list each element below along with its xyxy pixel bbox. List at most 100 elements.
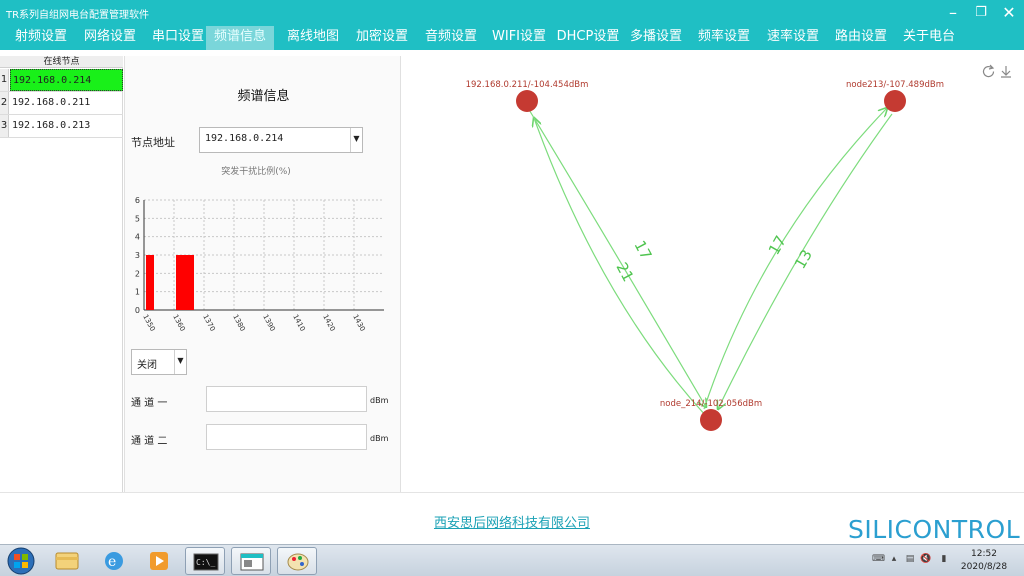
tab-spectrum-info[interactable]: 频谱信息 — [206, 26, 274, 50]
minimize-button[interactable]: – — [940, 2, 966, 24]
app-title: TR系列自组网电台配置管理软件 — [6, 10, 150, 21]
chevron-down-icon[interactable]: ▼ — [174, 350, 186, 374]
spectrum-panel: 频谱信息 节点地址 192.168.0.214 ▼ 突发干扰比例(%) 0 1 2 3… — [124, 56, 401, 492]
volume-muted-icon[interactable]: 🔇 — [920, 554, 932, 566]
node-ip[interactable]: 192.168.0.214 — [10, 69, 123, 91]
footer-divider — [0, 492, 1024, 493]
start-button[interactable] — [3, 546, 39, 576]
tab-offline-map[interactable]: 离线地图 — [280, 26, 346, 50]
y-tick-label: 0 — [135, 306, 140, 315]
x-tick-label: 1380 — [231, 313, 246, 332]
config-app-taskbar-icon[interactable] — [231, 547, 271, 575]
tab-rf-settings[interactable]: 射频设置 — [8, 26, 74, 50]
switch-dropdown[interactable]: 关闭 ▼ — [131, 349, 187, 375]
x-tick-label: 1370 — [201, 313, 216, 332]
node-row[interactable]: 1 192.168.0.214 — [0, 69, 123, 92]
link-label: 17 — [630, 237, 655, 262]
channel-2-field[interactable] — [206, 424, 367, 450]
channel-1-label: 通 道 一 — [131, 398, 168, 409]
svg-text:C:\_: C:\_ — [196, 558, 215, 567]
node-ip[interactable]: 192.168.0.213 — [10, 115, 123, 137]
chart-bars — [146, 255, 194, 310]
x-tick-label: 1360 — [171, 313, 186, 332]
tray-expand-icon[interactable]: ▴ — [888, 554, 900, 566]
tab-route-settings[interactable]: 路由设置 — [828, 26, 894, 50]
y-tick-label: 3 — [135, 251, 140, 260]
topology-node-213[interactable] — [884, 90, 906, 112]
link-211-to-214 — [527, 107, 706, 407]
node-address-dropdown[interactable]: 192.168.0.214 ▼ — [199, 127, 363, 153]
channel-1-field[interactable] — [206, 386, 367, 412]
online-nodes-header: 在线节点 — [0, 56, 123, 68]
y-tick-label: 4 — [135, 233, 140, 242]
keyboard-icon[interactable]: ⌨ — [872, 554, 885, 566]
row-index: 1 — [0, 69, 9, 91]
online-nodes-panel: 在线节点 1 192.168.0.214 2 192.168.0.211 3 1… — [0, 56, 123, 492]
chart-title: 突发干扰比例(%) — [221, 167, 291, 177]
clock-date: 2020/8/28 — [960, 562, 1008, 572]
tab-serial-settings[interactable]: 串口设置 — [145, 26, 211, 50]
tab-frequency-settings[interactable]: 频率设置 — [691, 26, 757, 50]
y-tick-label: 5 — [135, 214, 140, 223]
battery-icon[interactable]: ▮ — [938, 554, 950, 566]
channel-2-unit: dBm — [370, 434, 389, 443]
link-label: 21 — [612, 259, 637, 284]
channel-1-unit: dBm — [370, 396, 389, 405]
y-tick-labels: 0 1 2 3 4 5 6 — [135, 196, 140, 315]
refresh-icon[interactable] — [982, 64, 995, 78]
node-ip[interactable]: 192.168.0.211 — [10, 92, 123, 114]
clock-time: 12:52 — [971, 549, 997, 559]
topology-node-214[interactable] — [700, 409, 722, 431]
spectrum-chart: 0 1 2 3 4 5 6 1350 1360 1370 1380 1390 1410 1420 1430 — [135, 196, 384, 333]
menu-bar: 射频设置 网络设置 串口设置 频谱信息 离线地图 加密设置 音频设置 WIFI设… — [0, 26, 1024, 50]
node-address-value: 192.168.0.214 — [205, 133, 284, 144]
network-icon[interactable]: ▤ — [904, 554, 916, 566]
node-row[interactable]: 3 192.168.0.213 — [0, 115, 123, 138]
x-tick-labels: 1350 1360 1370 1380 1390 1410 1420 1430 — [141, 313, 366, 332]
svg-text:SILICONTROL: SILICONTROL — [848, 515, 1020, 544]
x-tick-label: 1430 — [351, 313, 366, 332]
tab-wifi-settings[interactable]: WIFI设置 — [486, 26, 552, 50]
title-bar: TR系列自组网电台配置管理软件 – ❐ ✕ — [0, 0, 1024, 26]
bar — [176, 255, 194, 310]
restore-button[interactable]: ❐ — [968, 2, 994, 24]
y-tick-label: 6 — [135, 196, 140, 205]
tab-encryption-settings[interactable]: 加密设置 — [349, 26, 415, 50]
svg-text:e: e — [108, 554, 116, 570]
y-tick-label: 1 — [135, 288, 140, 297]
network-topology: 21 17 17 13 192.168.0.211/-104.454dBm no… — [466, 64, 1011, 431]
x-tick-label: 1350 — [141, 313, 156, 332]
row-index: 2 — [0, 92, 9, 114]
tab-network-settings[interactable]: 网络设置 — [77, 26, 143, 50]
x-tick-label: 1420 — [321, 313, 336, 332]
switch-value: 关闭 — [137, 360, 157, 371]
media-player-taskbar-icon[interactable] — [139, 547, 179, 575]
bar — [146, 255, 154, 310]
taskbar: e C:\_ ⌨ ▴ ▤ 🔇 ▮ 12:52 2020/8/28 — [0, 544, 1024, 576]
download-icon[interactable] — [1001, 66, 1011, 78]
cmd-taskbar-icon[interactable]: C:\_ — [185, 547, 225, 575]
channel-2-label: 通 道 二 — [131, 436, 168, 447]
chevron-down-icon[interactable]: ▼ — [350, 128, 362, 152]
paint-taskbar-icon[interactable] — [277, 547, 317, 575]
ie-taskbar-icon[interactable]: e — [94, 547, 134, 575]
tab-rate-settings[interactable]: 速率设置 — [760, 26, 826, 50]
close-button[interactable]: ✕ — [996, 2, 1022, 24]
node-label: node213/-107.489dBm — [846, 80, 944, 90]
tab-audio-settings[interactable]: 音频设置 — [418, 26, 484, 50]
x-tick-label: 1390 — [261, 313, 276, 332]
node-address-label: 节点地址 — [131, 136, 175, 149]
topology-node-211[interactable] — [516, 90, 538, 112]
explorer-taskbar-icon[interactable] — [47, 547, 87, 575]
tab-multicast-settings[interactable]: 多播设置 — [623, 26, 689, 50]
tab-about-radio[interactable]: 关于电台 — [896, 26, 962, 50]
node-row[interactable]: 2 192.168.0.211 — [0, 92, 123, 115]
clock[interactable]: 12:52 2020/8/28 — [958, 548, 1010, 574]
x-tick-label: 1410 — [291, 313, 306, 332]
node-label: 192.168.0.211/-104.454dBm — [466, 80, 589, 90]
node-label: node_214/-102.056dBm — [660, 399, 762, 409]
y-tick-label: 2 — [135, 269, 140, 278]
tab-dhcp-settings[interactable]: DHCP设置 — [555, 26, 621, 50]
row-index: 3 — [0, 115, 9, 137]
link-label: 13 — [791, 246, 816, 272]
